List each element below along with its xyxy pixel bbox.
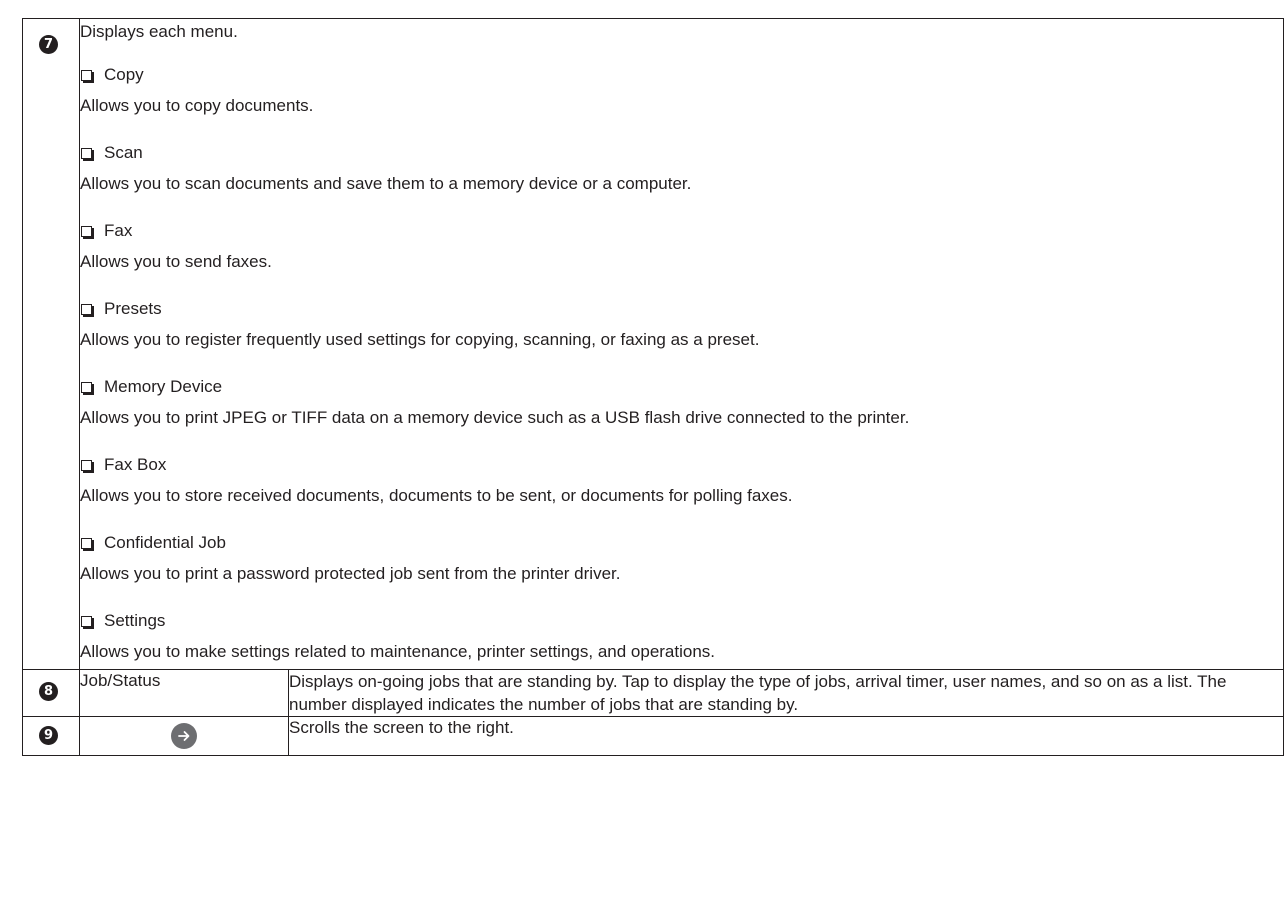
job-status-description: Displays on-going jobs that are standing… [288,669,1284,717]
menu-item-label: Fax Box [104,455,167,474]
menu-item-label: Memory Device [104,377,223,396]
list-item: Fax Allows you to send faxes. [80,211,1283,289]
icon-cell [79,716,289,756]
menu-item-label: Confidential Job [104,533,226,552]
table-row: 8 Job/Status Displays on-going jobs that… [22,669,1284,717]
checkbox-bullet-icon [81,303,92,315]
row-number-cell: 9 [22,716,80,756]
list-item: Memory Device Allows you to print JPEG o… [80,367,1283,445]
right-arrow-icon [171,723,197,749]
menu-item-description: Allows you to register frequently used s… [80,330,760,349]
menu-item-label: Settings [104,611,166,630]
checkbox-bullet-icon [81,147,92,159]
menu-item-label: Copy [104,65,144,84]
list-item: Confidential Job Allows you to print a p… [80,523,1283,601]
menu-item-description: Allows you to send faxes. [80,252,272,271]
list-item: Presets Allows you to register frequentl… [80,289,1283,367]
menu-item-description: Allows you to scan documents and save th… [80,174,692,193]
number-badge: 9 [39,726,58,745]
table-row: 9 Scrolls the screen to the right. [22,716,1284,756]
list-item: Settings Allows you to make settings rel… [80,601,1283,669]
menu-intro-text: Displays each menu. [80,22,238,41]
menu-item-description: Allows you to print a password protected… [80,564,621,583]
menu-item-label: Scan [104,143,143,162]
job-status-label: Job/Status [79,669,289,717]
number-badge: 8 [39,682,58,701]
checkbox-bullet-icon [81,381,92,393]
scroll-description: Scrolls the screen to the right. [288,716,1284,756]
menu-item-label: Fax [104,221,133,240]
checkbox-bullet-icon [81,615,92,627]
menu-reference-table: 7 Displays each menu. Copy Allows you to… [22,18,1284,756]
menu-item-description: Allows you to store received documents, … [80,486,793,505]
checkbox-bullet-icon [81,537,92,549]
list-item: Fax Box Allows you to store received doc… [80,445,1283,523]
checkbox-bullet-icon [81,459,92,471]
menu-list-cell: Displays each menu. Copy Allows you to c… [79,18,1284,670]
row-number-cell: 7 [22,18,80,670]
menu-item-description: Allows you to print JPEG or TIFF data on… [80,408,910,427]
number-badge: 7 [39,35,58,54]
menu-item-label: Presets [104,299,162,318]
list-item: Copy Allows you to copy documents. [80,55,1283,133]
checkbox-bullet-icon [81,69,92,81]
menu-item-description: Allows you to make settings related to m… [80,642,716,661]
row-number-cell: 8 [22,669,80,717]
menu-item-description: Allows you to copy documents. [80,96,314,115]
list-item: Scan Allows you to scan documents and sa… [80,133,1283,211]
table-row: 7 Displays each menu. Copy Allows you to… [22,18,1284,670]
checkbox-bullet-icon [81,225,92,237]
